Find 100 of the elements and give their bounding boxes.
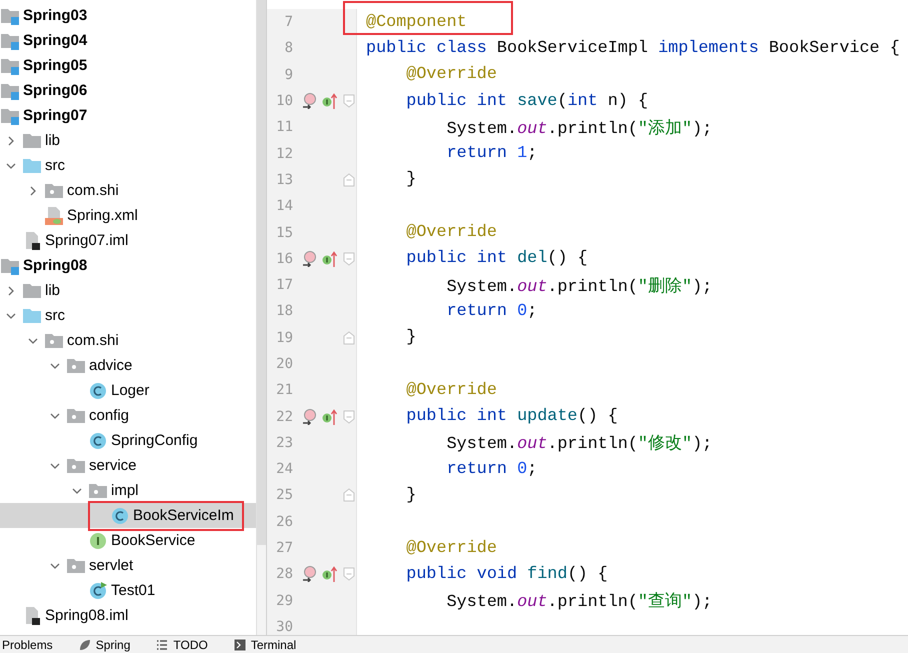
tree-item-label[interactable]: src bbox=[45, 307, 65, 324]
chevron-right-icon[interactable] bbox=[6, 136, 16, 146]
runnable-class-icon bbox=[88, 580, 108, 600]
code-line: } bbox=[405, 170, 416, 190]
line-number: 10 bbox=[275, 93, 293, 110]
implements-marker-icon[interactable] bbox=[322, 408, 338, 425]
tool-window-tab[interactable]: Terminal bbox=[234, 638, 296, 652]
tree-item-label[interactable]: service bbox=[89, 457, 137, 474]
line-number: 14 bbox=[275, 198, 293, 214]
code-line: public int del() { bbox=[405, 249, 588, 268]
chevron-down-icon[interactable] bbox=[6, 160, 16, 170]
tree-item-label[interactable]: src bbox=[45, 157, 65, 174]
tool-window-tab[interactable]: Problems bbox=[2, 638, 53, 652]
tree-item-label[interactable]: BookService bbox=[111, 532, 196, 549]
code-line: System.out.println("修改"); bbox=[446, 435, 712, 454]
class-icon bbox=[110, 506, 130, 526]
code-line: System.out.println("添加"); bbox=[446, 120, 712, 139]
tree-item-label[interactable]: com.shi bbox=[67, 182, 119, 199]
override-marker-icon[interactable] bbox=[302, 250, 318, 267]
tree-item-label[interactable]: Spring08.iml bbox=[45, 607, 128, 624]
tree-item-label[interactable]: com.shi bbox=[67, 332, 119, 349]
chevron-down-icon[interactable] bbox=[50, 360, 60, 370]
code-line: public int update() { bbox=[405, 407, 618, 426]
code-line: } bbox=[405, 328, 416, 348]
line-number: 26 bbox=[275, 514, 293, 530]
tree-item-label[interactable]: Spring03 bbox=[23, 7, 88, 24]
scrollbar[interactable] bbox=[256, 0, 266, 635]
line-number: 25 bbox=[275, 487, 293, 504]
tree-item-label[interactable]: Spring07.iml bbox=[45, 232, 128, 249]
tree-item-label[interactable]: Spring08 bbox=[23, 257, 88, 274]
class-icon bbox=[88, 430, 108, 450]
code-line: return 1; bbox=[446, 144, 538, 164]
chevron-right-icon[interactable] bbox=[28, 186, 38, 196]
chevron-down-icon[interactable] bbox=[6, 310, 16, 320]
line-number: 15 bbox=[275, 224, 293, 241]
code-line: return 0; bbox=[446, 460, 538, 479]
code-line: return 0; bbox=[446, 302, 538, 321]
chevron-down-icon[interactable] bbox=[28, 336, 38, 346]
line-number: 17 bbox=[275, 277, 293, 294]
class-icon bbox=[88, 380, 108, 400]
tool-window-tab[interactable]: Spring bbox=[78, 638, 130, 652]
chevron-down-icon[interactable] bbox=[50, 560, 60, 570]
tree-item-label[interactable]: SpringConfig bbox=[111, 432, 198, 449]
code-line: public class BookServiceImpl implements BookService { bbox=[366, 38, 900, 58]
line-number: 19 bbox=[275, 330, 293, 346]
tree-item-label[interactable]: advice bbox=[89, 357, 132, 374]
tree-item-label[interactable]: BookServiceIm bbox=[133, 507, 234, 524]
code-line: @Override bbox=[405, 65, 497, 84]
terminal-icon bbox=[234, 638, 246, 650]
code-line: public void find() { bbox=[405, 564, 608, 584]
tree-item-label[interactable]: Test01 bbox=[111, 582, 156, 599]
code-line: } bbox=[405, 486, 416, 505]
chevron-down-icon[interactable] bbox=[50, 460, 60, 470]
implements-marker-icon[interactable] bbox=[322, 93, 338, 110]
tree-item-label[interactable]: config bbox=[89, 407, 130, 424]
tree-item-label[interactable]: Spring.xml bbox=[67, 207, 138, 224]
code-line: @Override bbox=[405, 538, 497, 558]
line-number: 16 bbox=[275, 250, 293, 267]
chevron-down-icon[interactable] bbox=[72, 486, 82, 496]
line-number: 8 bbox=[284, 40, 293, 56]
line-number: 11 bbox=[275, 119, 293, 136]
implements-marker-icon[interactable] bbox=[322, 250, 338, 267]
interface-icon bbox=[88, 530, 108, 550]
tool-window-tab[interactable]: TODO bbox=[156, 638, 208, 652]
chevron-right-icon[interactable] bbox=[6, 286, 16, 296]
implements-marker-icon[interactable] bbox=[322, 566, 338, 582]
tree-item-label[interactable]: Loger bbox=[111, 382, 150, 399]
line-number: 24 bbox=[275, 461, 293, 478]
line-number: 22 bbox=[275, 408, 293, 425]
override-marker-icon[interactable] bbox=[302, 408, 318, 425]
override-marker-icon[interactable] bbox=[302, 566, 318, 582]
tree-item-label[interactable]: lib bbox=[45, 282, 60, 299]
line-number: 7 bbox=[284, 14, 293, 30]
line-number: 12 bbox=[275, 146, 293, 162]
line-number: 23 bbox=[275, 434, 293, 451]
code-line: System.out.println("查询"); bbox=[446, 593, 712, 612]
line-number: 20 bbox=[275, 356, 293, 372]
scrollbar-thumb[interactable] bbox=[257, 0, 266, 545]
code-line: @Override bbox=[405, 223, 497, 242]
code-line: @Component bbox=[366, 12, 467, 32]
xml-icon bbox=[44, 206, 64, 226]
line-number: 13 bbox=[275, 172, 293, 188]
tree-item-label[interactable]: Spring05 bbox=[23, 57, 88, 74]
code-line: System.out.println("删除"); bbox=[446, 278, 712, 297]
tree-item-label[interactable]: Spring04 bbox=[23, 32, 88, 49]
line-number: 9 bbox=[284, 66, 293, 83]
line-number: 30 bbox=[275, 618, 293, 635]
line-number: 18 bbox=[275, 303, 293, 320]
override-marker-icon[interactable] bbox=[302, 93, 318, 110]
chevron-down-icon[interactable] bbox=[50, 410, 60, 420]
list-icon bbox=[156, 638, 168, 650]
tree-item-label[interactable]: servlet bbox=[89, 557, 134, 574]
selected-row[interactable]: BookServiceIm bbox=[0, 503, 256, 528]
code-line: public int save(int n) { bbox=[405, 92, 648, 111]
tree-item-label[interactable]: impl bbox=[111, 482, 139, 499]
leaf-icon bbox=[78, 638, 91, 650]
tree-item-label[interactable]: Spring07 bbox=[23, 107, 88, 124]
line-number: 29 bbox=[275, 592, 293, 609]
tree-item-label[interactable]: Spring06 bbox=[23, 82, 88, 99]
tree-item-label[interactable]: lib bbox=[45, 132, 60, 149]
